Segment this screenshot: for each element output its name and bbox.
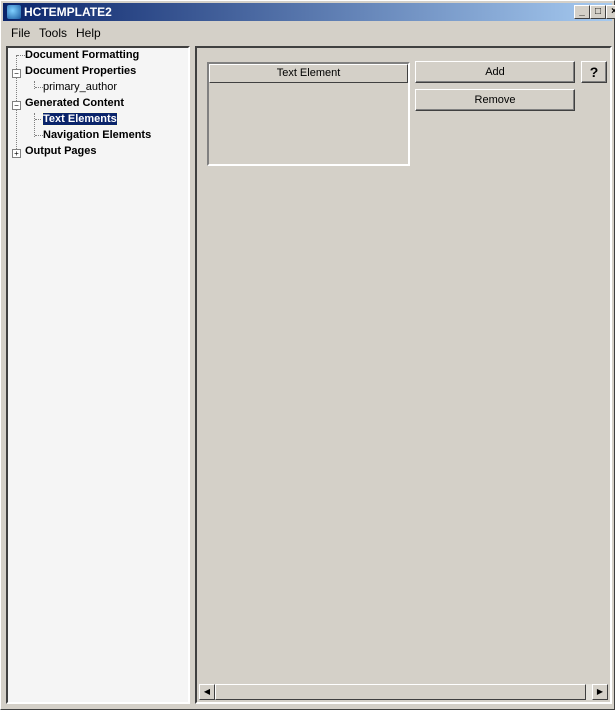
collapse-icon[interactable]: − bbox=[12, 69, 21, 78]
tree-item-document-properties[interactable]: Document Properties bbox=[25, 65, 136, 77]
add-button[interactable]: Add bbox=[415, 61, 575, 83]
tree-item-document-formatting[interactable]: Document Formatting bbox=[25, 49, 139, 61]
app-window: HCTEMPLATE2 _ □ × File Tools Help Docume… bbox=[0, 0, 615, 710]
scroll-thumb[interactable] bbox=[215, 684, 586, 700]
tree-connector bbox=[35, 119, 43, 120]
scroll-right-icon[interactable]: ▶ bbox=[592, 684, 608, 700]
tree-panel: Document Formatting − Document Propertie… bbox=[6, 46, 190, 704]
list-column-header[interactable]: Text Element bbox=[209, 64, 408, 83]
minimize-button[interactable]: _ bbox=[574, 5, 590, 19]
help-button[interactable]: ? bbox=[581, 61, 607, 83]
menu-bar: File Tools Help bbox=[3, 23, 612, 42]
tree-item-generated-content[interactable]: Generated Content bbox=[25, 97, 124, 109]
title-bar: HCTEMPLATE2 _ □ × bbox=[3, 3, 615, 21]
globe-icon bbox=[7, 5, 21, 19]
tree-item-primary-author[interactable]: primary_author bbox=[43, 81, 117, 93]
close-button[interactable]: × bbox=[606, 5, 615, 19]
tree-item-navigation-elements[interactable]: Navigation Elements bbox=[43, 129, 151, 141]
tree-connector bbox=[17, 55, 25, 56]
collapse-icon[interactable]: − bbox=[12, 101, 21, 110]
menu-file[interactable]: File bbox=[11, 26, 30, 40]
menu-tools[interactable]: Tools bbox=[39, 26, 67, 40]
maximize-button[interactable]: □ bbox=[590, 5, 606, 19]
menu-help[interactable]: Help bbox=[76, 26, 101, 40]
remove-button[interactable]: Remove bbox=[415, 89, 575, 111]
tree-connector bbox=[35, 87, 43, 88]
content-panel: Text Element Add Remove ? ◀ ▶ bbox=[195, 46, 612, 704]
scroll-track[interactable] bbox=[215, 684, 592, 700]
horizontal-scrollbar[interactable]: ◀ ▶ bbox=[199, 684, 608, 700]
tree-item-output-pages[interactable]: Output Pages bbox=[25, 145, 97, 157]
scroll-left-icon[interactable]: ◀ bbox=[199, 684, 215, 700]
window-title: HCTEMPLATE2 bbox=[24, 5, 112, 19]
tree-item-text-elements[interactable]: Text Elements bbox=[42, 112, 118, 126]
text-element-list[interactable]: Text Element bbox=[207, 62, 410, 166]
tree-connector bbox=[34, 113, 35, 137]
expand-icon[interactable]: + bbox=[12, 149, 21, 158]
tree-connector bbox=[35, 135, 43, 136]
